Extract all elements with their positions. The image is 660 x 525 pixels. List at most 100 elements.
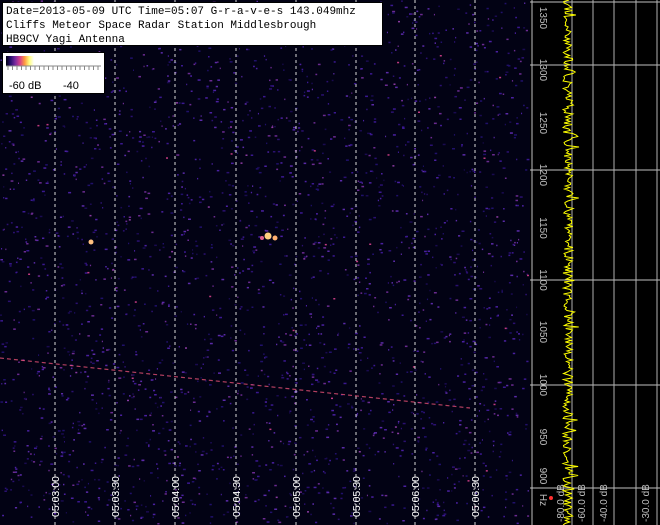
noise-dot <box>112 81 114 83</box>
noise-dot <box>512 338 516 340</box>
noise-dot <box>95 119 98 121</box>
noise-dot <box>74 312 76 314</box>
noise-dot <box>131 396 134 399</box>
noise-dot <box>149 396 152 399</box>
noise-dot <box>493 136 495 139</box>
noise-dot <box>46 127 49 129</box>
noise-dot <box>206 349 210 351</box>
noise-dot <box>379 373 381 375</box>
noise-dot <box>414 100 418 102</box>
noise-dot <box>47 180 49 183</box>
noise-dot <box>278 336 280 338</box>
noise-dot <box>485 465 487 467</box>
noise-dot <box>3 135 6 137</box>
noise-dot <box>360 359 362 361</box>
noise-dot <box>98 487 101 490</box>
noise-dot <box>373 118 377 120</box>
noise-dot <box>502 167 506 169</box>
noise-dot <box>42 367 46 369</box>
noise-dot <box>416 394 418 396</box>
noise-dot <box>208 411 211 413</box>
noise-dot <box>66 235 69 238</box>
noise-dot <box>22 211 26 213</box>
noise-dot <box>464 457 466 459</box>
noise-dot <box>317 381 320 383</box>
noise-dot <box>471 168 474 171</box>
noise-dot <box>303 258 306 260</box>
noise-dot <box>279 294 282 296</box>
noise-dot <box>471 385 475 387</box>
noise-dot <box>396 194 399 197</box>
noise-dot <box>322 114 326 117</box>
noise-dot <box>484 70 488 73</box>
noise-dot <box>1 143 3 145</box>
noise-dot <box>426 337 430 340</box>
noise-dot <box>405 144 407 146</box>
noise-dot <box>180 234 184 236</box>
noise-dot <box>222 513 226 516</box>
noise-dot <box>100 304 103 306</box>
noise-dot <box>525 428 527 430</box>
noise-dot <box>306 399 308 401</box>
noise-dot <box>148 445 150 448</box>
noise-dot <box>35 217 38 219</box>
noise-dot <box>118 113 121 116</box>
noise-dot <box>216 408 218 410</box>
color-scale-legend: -60 dB -40 <box>2 52 105 94</box>
noise-dot <box>288 79 292 81</box>
noise-dot <box>522 205 524 207</box>
noise-dot <box>496 216 499 218</box>
noise-dot <box>343 176 347 179</box>
noise-dot <box>68 354 71 356</box>
noise-dot <box>30 494 33 496</box>
noise-dot <box>216 462 219 465</box>
noise-dot <box>227 127 230 129</box>
noise-dot <box>268 279 272 281</box>
noise-dot <box>194 62 197 64</box>
noise-dot <box>94 229 97 232</box>
noise-dot <box>337 334 339 336</box>
noise-dot <box>166 157 168 159</box>
noise-dot <box>292 203 295 206</box>
noise-dot <box>8 141 11 143</box>
noise-dot <box>215 225 218 227</box>
noise-dot <box>48 331 51 333</box>
noise-dot <box>115 63 118 66</box>
noise-dot <box>45 491 47 494</box>
noise-dot <box>112 90 114 92</box>
noise-dot <box>262 518 266 520</box>
noise-dot <box>434 37 438 40</box>
noise-dot <box>460 358 462 360</box>
noise-dot <box>211 163 213 165</box>
noise-dot <box>248 224 250 227</box>
noise-dot <box>443 337 446 339</box>
noise-dot <box>73 175 76 177</box>
noise-dot <box>491 197 494 199</box>
noise-dot <box>183 230 187 233</box>
noise-dot <box>327 158 329 160</box>
marker-dot <box>549 496 553 500</box>
noise-dot <box>422 309 425 311</box>
noise-dot <box>373 364 376 367</box>
noise-dot <box>27 450 30 453</box>
noise-dot <box>51 329 53 331</box>
noise-dot <box>499 76 502 79</box>
noise-dot <box>325 428 329 430</box>
noise-dot <box>402 520 405 522</box>
time-label: 05:04:30 <box>231 476 243 517</box>
noise-dot <box>201 198 205 201</box>
noise-dot <box>222 399 226 401</box>
noise-dot <box>454 468 458 470</box>
noise-dot <box>429 459 432 461</box>
noise-dot <box>499 408 503 410</box>
noise-dot <box>197 410 200 413</box>
noise-dot <box>133 69 134 71</box>
noise-dot <box>220 406 224 408</box>
noise-dot <box>402 185 404 187</box>
noise-dot <box>229 402 232 405</box>
noise-dot <box>234 82 238 85</box>
noise-dot <box>181 474 184 477</box>
noise-dot <box>368 218 372 221</box>
noise-dot <box>252 478 255 480</box>
noise-dot <box>421 410 424 413</box>
